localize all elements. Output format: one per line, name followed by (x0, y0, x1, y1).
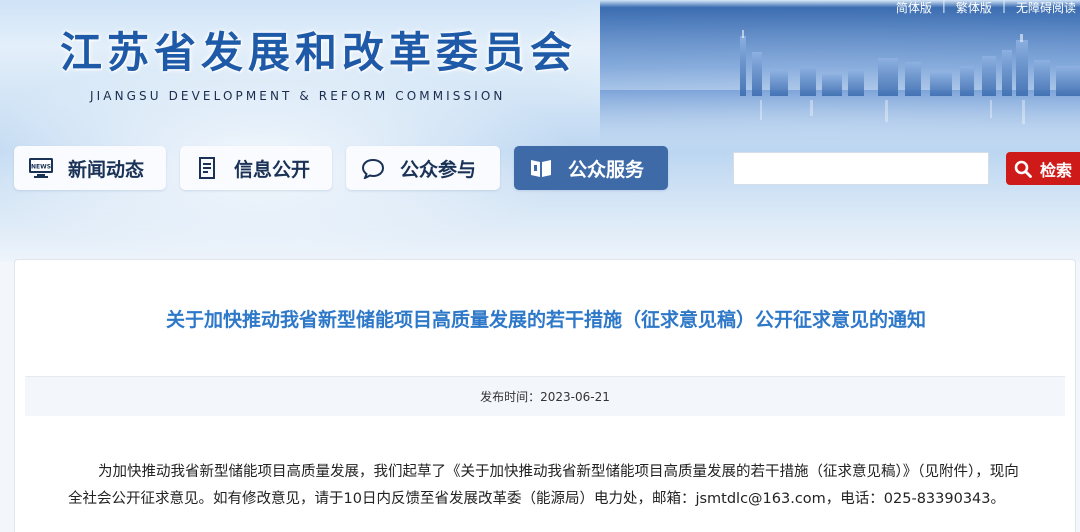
nav-item-label: 公众参与 (400, 158, 477, 181)
site-title[interactable]: 江苏省发展和改革委员会 (60, 19, 577, 80)
header-banner: 简体版 | 繁体版 | 无障碍阅读 江苏省发展和改革委员会 JIANGSU DE… (0, 0, 1080, 262)
article-panel: 关于加快推动我省新型储能项目高质量发展的若干措施（征求意见稿）公开征求意见的通知… (14, 259, 1076, 532)
service-icon (528, 156, 554, 180)
nav-item-news[interactable]: NEWS 新闻动态 (14, 146, 166, 190)
nav-item-public-service[interactable]: 公众服务 (514, 146, 668, 190)
link-accessibility[interactable]: 无障碍阅读 (1016, 0, 1076, 16)
article-meta-bar: 发布时间：2023-06-21 (25, 376, 1065, 416)
svg-text:NEWS: NEWS (31, 164, 51, 171)
nav-item-public-participation[interactable]: 公众参与 (346, 146, 500, 190)
nav-item-info-disclosure[interactable]: 信息公开 (180, 146, 332, 190)
top-link-separator: | (941, 0, 946, 13)
link-traditional[interactable]: 繁体版 (956, 0, 992, 16)
site-subtitle: JIANGSU DEVELOPMENT & REFORM COMMISSION (90, 89, 506, 103)
top-link-separator: | (1001, 0, 1006, 13)
document-icon (194, 156, 220, 180)
search-icon (1014, 160, 1032, 178)
nav-item-label: 公众服务 (568, 158, 645, 181)
search-button-label: 检索 (1040, 160, 1073, 180)
article-body: 为加快推动我省新型储能项目高质量发展，我们起草了《关于加快推动我省新型储能项目高… (68, 459, 1033, 513)
nav-item-label: 信息公开 (234, 158, 311, 181)
publish-time: 发布时间：2023-06-21 (480, 390, 610, 404)
top-links: 简体版 | 繁体版 | 无障碍阅读 (896, 0, 1076, 16)
article-title: 关于加快推动我省新型储能项目高质量发展的若干措施（征求意见稿）公开征求意见的通知 (165, 309, 926, 331)
nav-item-label: 新闻动态 (68, 158, 145, 181)
link-simplified[interactable]: 简体版 (896, 0, 932, 16)
main-nav: NEWS 新闻动态 信息公开 公众参与 公众服务 (14, 146, 668, 190)
chat-bubble-icon (360, 156, 386, 180)
article-paragraph: 为加快推动我省新型储能项目高质量发展，我们起草了《关于加快推动我省新型储能项目高… (68, 464, 1019, 507)
search-input[interactable] (733, 152, 989, 185)
search-button[interactable]: 检索 (1006, 152, 1080, 185)
news-icon: NEWS (28, 156, 54, 180)
